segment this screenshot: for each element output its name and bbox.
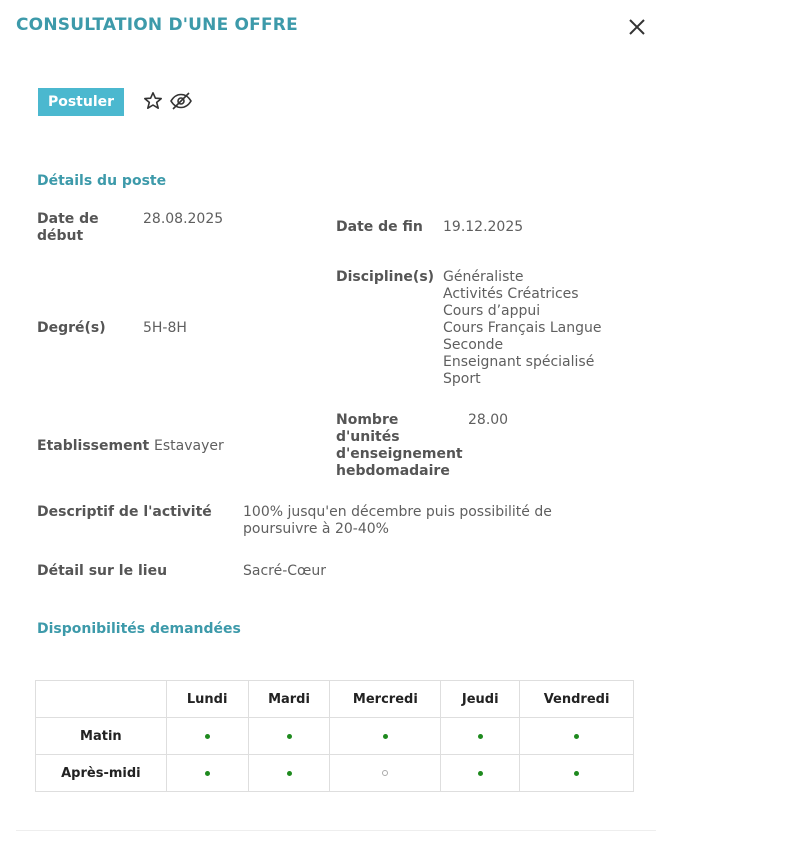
unavailable-dot-icon <box>382 770 389 776</box>
availability-cell <box>329 754 442 792</box>
disciplines-label: Discipline(s) <box>336 269 435 285</box>
eye-slash-icon[interactable] <box>169 91 193 111</box>
day-header: Vendredi <box>519 680 634 718</box>
period-label: Matin <box>35 717 167 755</box>
place-detail-value: Sacré-Cœur <box>243 563 327 579</box>
available-dot-icon <box>204 733 210 739</box>
available-dot-icon <box>382 733 388 739</box>
discipline-item: Généraliste <box>443 269 524 285</box>
table-row: Après-midi <box>35 754 634 792</box>
availability-cell <box>247 754 331 792</box>
availability-cell <box>519 754 634 792</box>
weekly-units-value: 28.00 <box>468 412 509 428</box>
end-date-label: Date de fin <box>336 219 423 235</box>
availability-cell <box>329 717 442 755</box>
available-dot-icon <box>286 770 292 776</box>
close-icon[interactable] <box>625 15 649 39</box>
activity-description-label: Descriptif de l'activité <box>37 504 212 520</box>
start-date-label: Date de début <box>37 211 99 244</box>
discipline-item: Cours d’appui <box>443 303 541 319</box>
section-title-availability: Disponibilités demandées <box>37 621 241 637</box>
discipline-item: Activités Créatrices <box>443 286 579 302</box>
section-title-details: Détails du poste <box>37 173 167 189</box>
dialog-title: CONSULTATION D'UNE OFFRE <box>16 15 298 35</box>
availability-table: Lundi Mardi Mercredi Jeudi Vendredi Mati… <box>35 680 634 792</box>
day-header: Jeudi <box>440 680 521 718</box>
star-outline-icon[interactable] <box>143 91 163 111</box>
available-dot-icon <box>477 733 483 739</box>
establishment-value: Estavayer <box>154 438 224 454</box>
place-detail-label: Détail sur le lieu <box>37 563 168 579</box>
availability-cell <box>165 717 249 755</box>
degrees-value: 5H-8H <box>143 320 187 336</box>
available-dot-icon <box>574 770 580 776</box>
discipline-item: Sport <box>443 371 481 387</box>
available-dot-icon <box>477 770 483 776</box>
available-dot-icon <box>574 733 580 739</box>
activity-description-value: 100% jusqu'en décembre puis possibilité … <box>243 504 552 537</box>
establishment-label: Etablissement <box>37 438 150 454</box>
availability-cell <box>519 717 634 755</box>
availability-cell <box>440 717 521 755</box>
apply-button[interactable]: Postuler <box>38 88 124 116</box>
discipline-item: Cours Français Langue Seconde <box>443 320 602 353</box>
end-date-value: 19.12.2025 <box>443 219 524 235</box>
availability-cell <box>440 754 521 792</box>
available-dot-icon <box>286 733 292 739</box>
day-header: Mardi <box>247 680 331 718</box>
day-header: Mercredi <box>329 680 442 718</box>
divider <box>16 830 656 831</box>
weekly-units-label: Nombre d'unités d'enseignement hebdomada… <box>336 412 463 479</box>
degrees-label: Degré(s) <box>37 320 106 336</box>
table-header-row: Lundi Mardi Mercredi Jeudi Vendredi <box>35 680 634 718</box>
available-dot-icon <box>204 770 210 776</box>
table-corner-cell <box>35 680 167 718</box>
start-date-value: 28.08.2025 <box>143 211 224 227</box>
period-label: Après-midi <box>35 754 167 792</box>
disciplines-list: Généraliste Activités Créatrices Cours d… <box>443 269 618 388</box>
availability-cell <box>165 754 249 792</box>
availability-cell <box>247 717 331 755</box>
table-row: Matin <box>35 717 634 755</box>
day-header: Lundi <box>165 680 249 718</box>
discipline-item: Enseignant spécialisé <box>443 354 595 370</box>
